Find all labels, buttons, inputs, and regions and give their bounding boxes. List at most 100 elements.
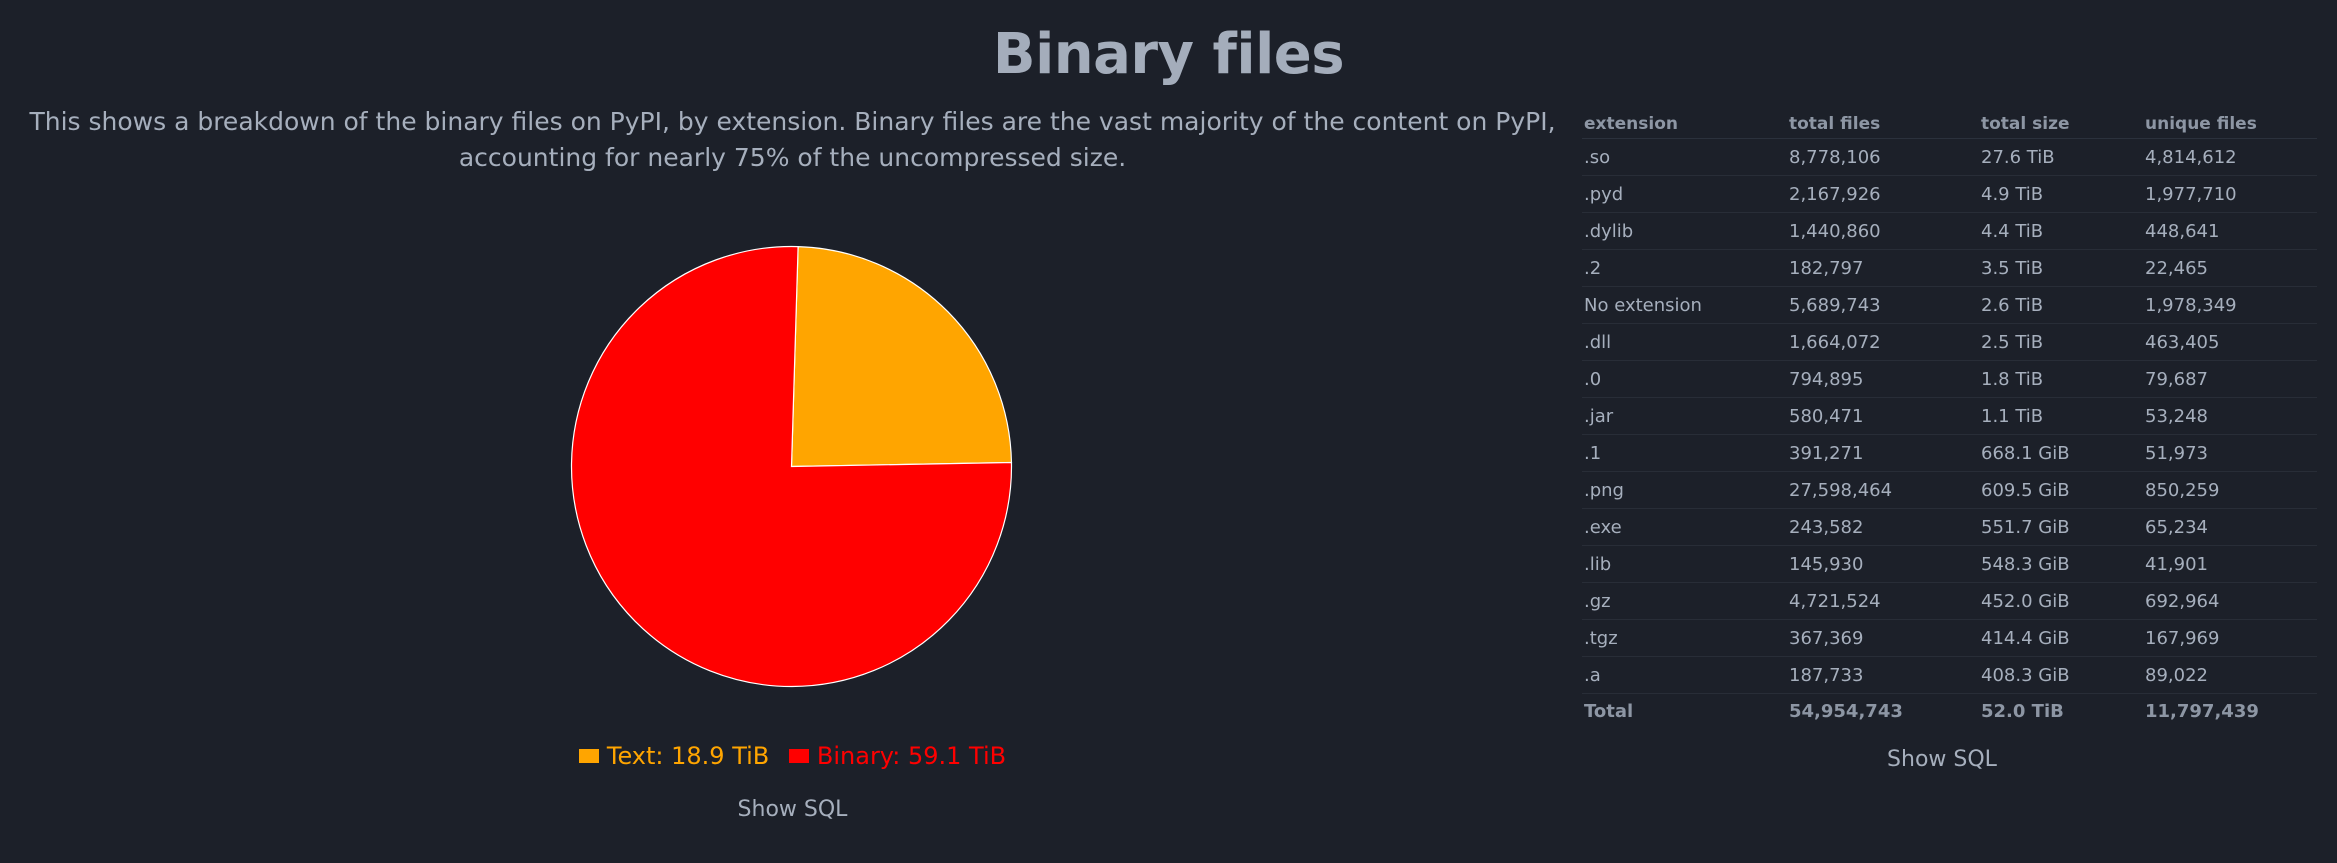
extension-table-container: extension total files total size unique fil… xyxy=(1582,110,2317,728)
table-cell: 27.6 TiB xyxy=(1979,138,2143,176)
table-total-row: Total 54,954,743 52.0 TiB 11,797,439 xyxy=(1582,694,2317,729)
table-row: No extension 5,689,743 2.6 TiB 1,978,349 xyxy=(1582,286,2317,324)
column-header: unique files xyxy=(2143,110,2317,139)
table-cell: .1 xyxy=(1582,434,1787,472)
table-row: .tgz 367,369 414.4 GiB 167,969 xyxy=(1582,619,2317,657)
page: Binary files This shows a breakdown of t… xyxy=(0,0,2337,863)
table-cell: 5,689,743 xyxy=(1787,286,1979,324)
table-cell: 367,369 xyxy=(1787,619,1979,657)
chart-legend: Text: 18.9 TiB Binary: 59.1 TiB xyxy=(0,742,1585,770)
table-row: .1 391,271 668.1 GiB 51,973 xyxy=(1582,434,2317,472)
table-cell: .dll xyxy=(1582,323,1787,361)
table-row: .2 182,797 3.5 TiB 22,465 xyxy=(1582,249,2317,287)
table-cell: .a xyxy=(1582,656,1787,694)
column-header: total size xyxy=(1979,110,2143,139)
table-cell: 414.4 GiB xyxy=(1979,619,2143,657)
extension-table: extension total files total size unique fil… xyxy=(1582,110,2317,728)
page-description: This shows a breakdown of the binary fil… xyxy=(29,107,1556,172)
table-row: .0 794,895 1.8 TiB 79,687 xyxy=(1582,360,2317,398)
table-cell: 850,259 xyxy=(2143,471,2317,509)
page-title: Binary files xyxy=(992,22,1345,87)
table-cell: 391,271 xyxy=(1787,434,1979,472)
legend-label-binary: Binary: 59.1 TiB xyxy=(816,742,1007,770)
table-cell: 2,167,926 xyxy=(1787,175,1979,213)
table-total-cell: 54,954,743 xyxy=(1789,700,1903,722)
table-cell: 51,973 xyxy=(2143,434,2317,472)
table-cell: .tgz xyxy=(1582,619,1787,657)
table-row: .a 187,733 408.3 GiB 89,022 xyxy=(1582,656,2317,694)
table-cell: .png xyxy=(1582,471,1787,509)
pie-chart xyxy=(569,244,1014,689)
table-cell: 145,930 xyxy=(1787,545,1979,583)
table-cell: 463,405 xyxy=(2143,323,2317,361)
table-cell: 3.5 TiB xyxy=(1979,249,2143,287)
table-cell: 448,641 xyxy=(2143,212,2317,250)
legend-item-binary[interactable]: Binary: 59.1 TiB xyxy=(788,742,1007,770)
table-cell: 2.5 TiB xyxy=(1979,323,2143,361)
table-cell: 8,778,106 xyxy=(1787,138,1979,176)
table-cell: 89,022 xyxy=(2143,656,2317,694)
table-cell: 4.9 TiB xyxy=(1979,175,2143,213)
table-cell: .0 xyxy=(1582,360,1787,398)
table-cell: 4.4 TiB xyxy=(1979,212,2143,250)
table-cell: 79,687 xyxy=(2143,360,2317,398)
legend-swatch-text xyxy=(578,749,599,763)
table-cell: .gz xyxy=(1582,582,1787,620)
table-cell: 668.1 GiB xyxy=(1979,434,2143,472)
table-cell: 794,895 xyxy=(1787,360,1979,398)
table-row: .gz 4,721,524 452.0 GiB 692,964 xyxy=(1582,582,2317,620)
column-header: extension xyxy=(1582,110,1787,139)
pie-chart-svg xyxy=(570,245,1013,688)
table-row: .exe 243,582 551.7 GiB 65,234 xyxy=(1582,508,2317,546)
table-cell: 1,978,349 xyxy=(2143,286,2317,324)
legend-item-text[interactable]: Text: 18.9 TiB xyxy=(578,742,770,770)
table-cell: 22,465 xyxy=(2143,249,2317,287)
table-cell: 452.0 GiB xyxy=(1979,582,2143,620)
table-cell: 1,664,072 xyxy=(1787,323,1979,361)
table-cell: 27,598,464 xyxy=(1787,471,1979,509)
table-cell: 4,814,612 xyxy=(2143,138,2317,176)
table-cell: 1,440,860 xyxy=(1787,212,1979,250)
table-cell: 551.7 GiB xyxy=(1979,508,2143,546)
table-cell: 4,721,524 xyxy=(1787,582,1979,620)
table-cell: 167,969 xyxy=(2143,619,2317,657)
table-cell: .so xyxy=(1582,138,1787,176)
table-cell: 1.8 TiB xyxy=(1979,360,2143,398)
table-header-row: extension total files total size unique fil… xyxy=(1582,110,2317,139)
table-cell: 243,582 xyxy=(1787,508,1979,546)
show-sql-table-button[interactable]: Show SQL xyxy=(1582,747,2302,772)
table-cell: 692,964 xyxy=(2143,582,2317,620)
table-total-cell: 52.0 TiB xyxy=(1981,700,2064,722)
table-cell: No extension xyxy=(1582,286,1787,324)
table-cell: 548.3 GiB xyxy=(1979,545,2143,583)
table-total-cell: 11,797,439 xyxy=(2145,700,2259,722)
table-cell: 2.6 TiB xyxy=(1979,286,2143,324)
table-row: .pyd 2,167,926 4.9 TiB 1,977,710 xyxy=(1582,175,2317,213)
legend-label-text: Text: 18.9 TiB xyxy=(606,742,770,770)
table-cell: 1.1 TiB xyxy=(1979,397,2143,435)
column-header: total files xyxy=(1787,110,1979,139)
table-body: .so 8,778,106 27.6 TiB 4,814,612 .pyd 2,167,9… xyxy=(1582,138,2317,729)
table-cell: .lib xyxy=(1582,545,1787,583)
table-row: .jar 580,471 1.1 TiB 53,248 xyxy=(1582,397,2317,435)
table-total-cell: Total xyxy=(1584,700,1634,722)
table-row: .png 27,598,464 609.5 GiB 850,259 xyxy=(1582,471,2317,509)
table-cell: .jar xyxy=(1582,397,1787,435)
table-cell: .2 xyxy=(1582,249,1787,287)
table-row: .dylib 1,440,860 4.4 TiB 448,641 xyxy=(1582,212,2317,250)
table-row: .dll 1,664,072 2.5 TiB 463,405 xyxy=(1582,323,2317,361)
table-cell: 580,471 xyxy=(1787,397,1979,435)
table-cell: .exe xyxy=(1582,508,1787,546)
pie-slice-text[interactable] xyxy=(790,245,1013,468)
table-row: .lib 145,930 548.3 GiB 41,901 xyxy=(1582,545,2317,583)
table-cell: .dylib xyxy=(1582,212,1787,250)
show-sql-button[interactable]: Show SQL xyxy=(0,797,1585,822)
legend-swatch-binary xyxy=(788,749,809,763)
table-cell: .pyd xyxy=(1582,175,1787,213)
table-cell: 182,797 xyxy=(1787,249,1979,287)
table-cell: 41,901 xyxy=(2143,545,2317,583)
table-cell: 1,977,710 xyxy=(2143,175,2317,213)
table-cell: 53,248 xyxy=(2143,397,2317,435)
table-row: .so 8,778,106 27.6 TiB 4,814,612 xyxy=(1582,138,2317,176)
table-cell: 187,733 xyxy=(1787,656,1979,694)
